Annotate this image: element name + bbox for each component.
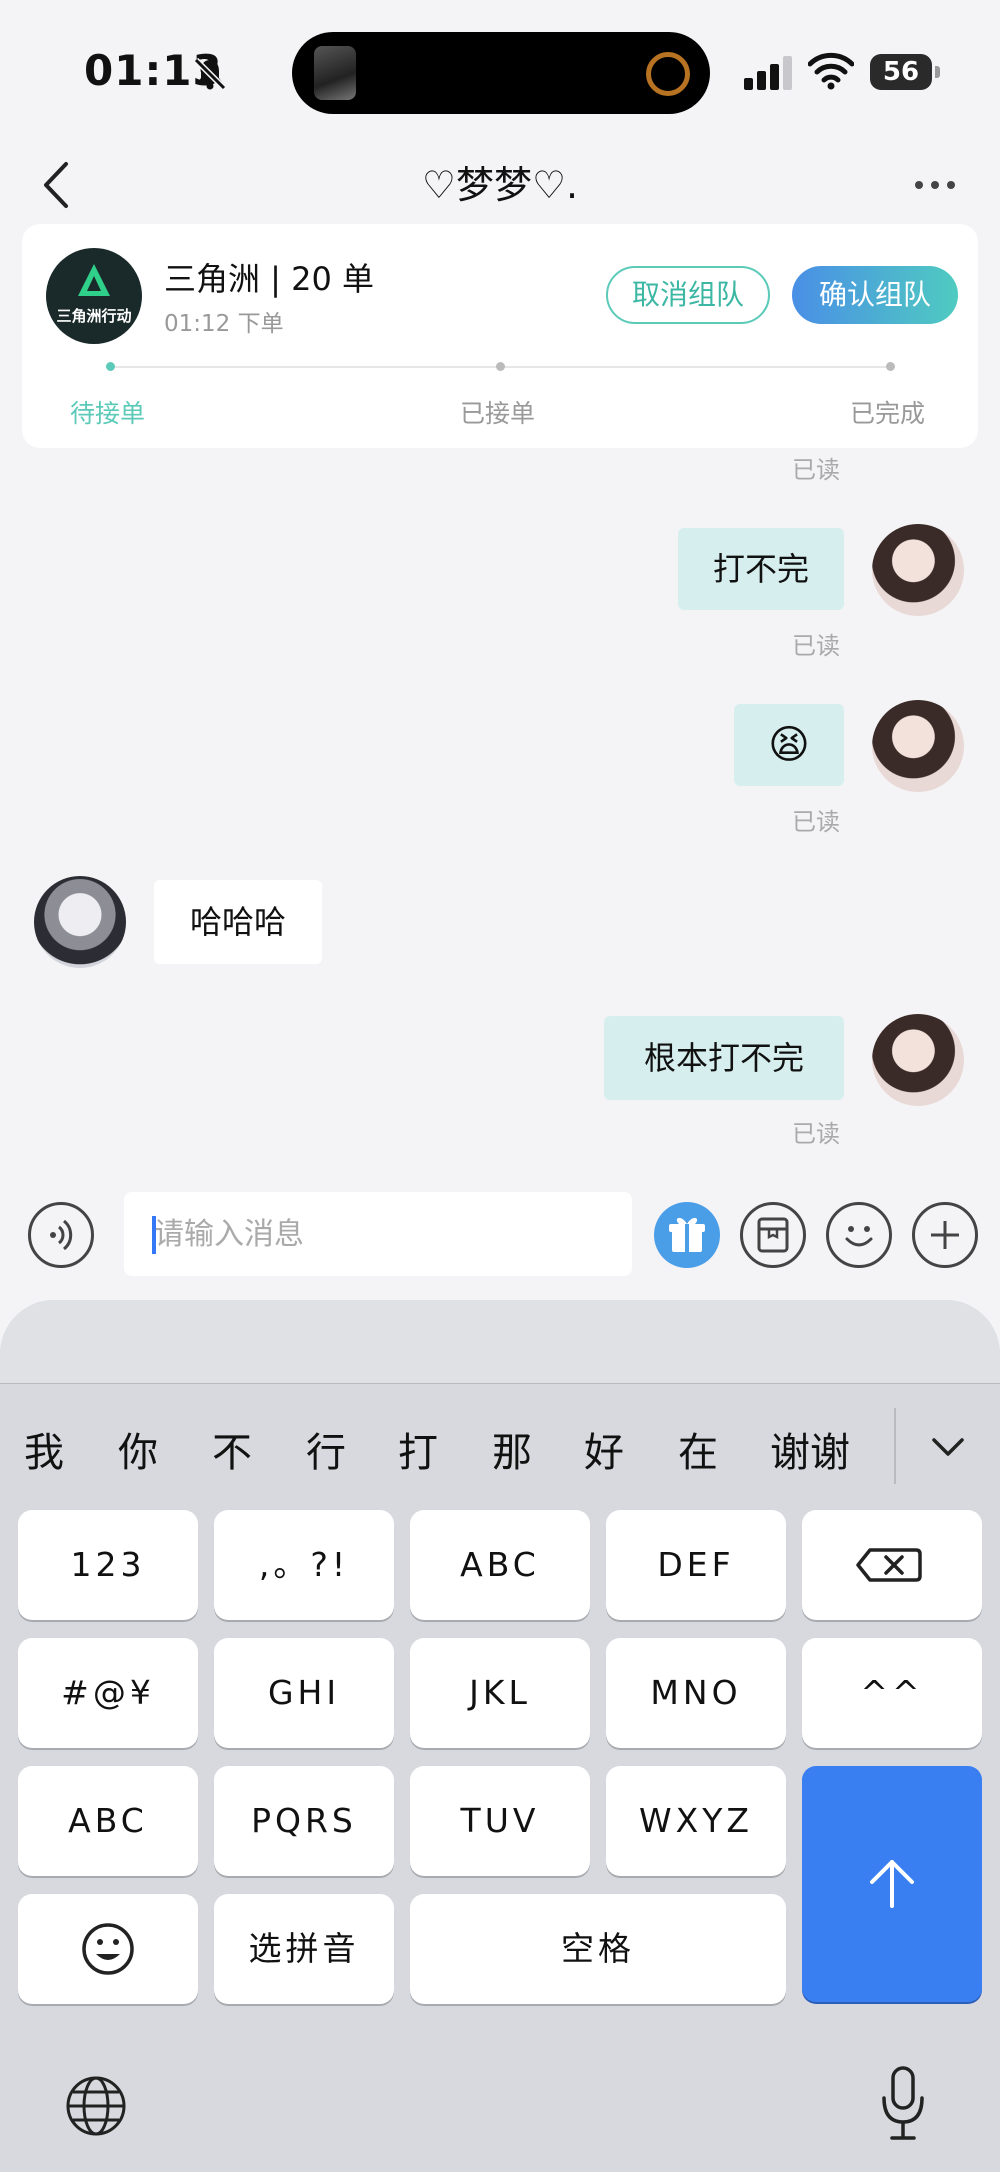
cancel-team-button[interactable]: 取消组队 xyxy=(606,266,770,324)
globe-icon[interactable] xyxy=(64,2074,128,2138)
key-jkl[interactable]: JKL xyxy=(410,1638,590,1748)
message-bubble-incoming[interactable]: 哈哈哈 xyxy=(154,880,322,964)
avatar-self[interactable] xyxy=(872,700,964,792)
more-options-icon[interactable] xyxy=(910,160,960,210)
candidate-word[interactable]: 打 xyxy=(398,1420,438,1478)
candidate-word[interactable]: 谢谢 xyxy=(770,1420,850,1478)
activity-ring-icon xyxy=(646,52,690,96)
now-playing-thumbnail xyxy=(314,46,356,100)
read-receipt: 已读 xyxy=(792,1120,840,1148)
key-abc[interactable]: ABC xyxy=(410,1510,590,1620)
dynamic-island[interactable] xyxy=(292,32,710,114)
message-bubble-outgoing[interactable]: 打不完 xyxy=(678,528,844,610)
chevron-down-icon[interactable] xyxy=(926,1428,970,1468)
key-abc-switch[interactable]: ABC xyxy=(18,1766,198,1876)
candidate-word[interactable]: 行 xyxy=(306,1420,346,1478)
key-backspace[interactable] xyxy=(802,1510,982,1620)
cellular-signal-icon xyxy=(744,56,792,90)
wifi-icon xyxy=(808,52,854,90)
chat-header: ♡梦梦♡. xyxy=(0,140,1000,230)
add-more-button[interactable] xyxy=(912,1202,978,1268)
message-input[interactable] xyxy=(124,1192,632,1276)
read-receipt: 已读 xyxy=(792,632,840,660)
candidate-word[interactable]: 那 xyxy=(492,1420,532,1478)
battery-tip xyxy=(935,66,940,78)
candidate-word[interactable]: 不 xyxy=(212,1420,252,1478)
keyboard-toolbar xyxy=(0,1300,1000,1384)
step-dot-completed xyxy=(886,362,895,371)
step-label-completed: 已完成 xyxy=(850,399,926,428)
key-wxyz[interactable]: WXYZ xyxy=(606,1766,786,1876)
key-symbols[interactable]: #@¥ xyxy=(18,1638,198,1748)
message-input-bar xyxy=(0,1172,1000,1300)
candidate-word[interactable]: 你 xyxy=(118,1420,158,1478)
game-logo-text: 三角洲行动 xyxy=(56,307,132,325)
battery-indicator: 56 xyxy=(870,54,932,90)
message-bubble-outgoing[interactable]: 根本打不完 xyxy=(604,1016,844,1100)
status-bar: 01:13 56 xyxy=(0,0,1000,140)
key-pqrs[interactable]: PQRS xyxy=(214,1766,394,1876)
avatar-contact[interactable] xyxy=(34,876,126,968)
text-caret xyxy=(152,1216,156,1254)
key-emoticon[interactable]: ^^ xyxy=(802,1638,982,1748)
read-receipt: 已读 xyxy=(792,808,840,836)
candidate-word[interactable]: 我 xyxy=(24,1420,64,1478)
arrow-up-icon xyxy=(870,1860,914,1908)
step-dot-accepted xyxy=(496,362,505,371)
game-logo: 三角洲行动 xyxy=(46,248,142,344)
candidate-divider xyxy=(894,1408,896,1484)
step-label-accepted: 已接单 xyxy=(460,399,536,428)
key-def[interactable]: DEF xyxy=(606,1510,786,1620)
confirm-team-button[interactable]: 确认组队 xyxy=(792,266,958,324)
key-numbers[interactable]: 123 xyxy=(18,1510,198,1620)
key-tuv[interactable]: TUV xyxy=(410,1766,590,1876)
gift-icon xyxy=(669,1217,705,1252)
gift-button[interactable] xyxy=(654,1202,720,1268)
smiley-icon xyxy=(845,1226,873,1247)
plus-icon xyxy=(931,1221,959,1249)
chat-title: ♡梦梦♡. xyxy=(421,163,579,207)
bell-muted-icon xyxy=(193,57,227,91)
emoji-key-icon xyxy=(82,1923,134,1975)
order-pack-button[interactable] xyxy=(740,1202,806,1268)
microphone-icon[interactable] xyxy=(878,2064,928,2144)
order-time: 01:12 下单 xyxy=(164,311,284,337)
voice-input-button[interactable] xyxy=(28,1202,94,1268)
message-bubble-outgoing-emoji[interactable]: 😫 xyxy=(734,704,844,786)
delta-triangle-icon xyxy=(78,264,110,296)
avatar-self[interactable] xyxy=(872,524,964,616)
key-ghi[interactable]: GHI xyxy=(214,1638,394,1748)
keyboard: 我 你 不 行 打 那 好 在 谢谢 123 ,。?! ABC DEF #@¥ … xyxy=(0,1300,1000,2172)
read-receipt: 已读 xyxy=(792,456,840,484)
send-key[interactable] xyxy=(802,1766,982,2002)
voice-wave-icon xyxy=(50,1219,73,1251)
candidate-word[interactable]: 好 xyxy=(584,1420,624,1478)
candidate-word[interactable]: 在 xyxy=(678,1420,718,1478)
emoji-button[interactable] xyxy=(826,1202,892,1268)
key-space[interactable]: 空格 xyxy=(410,1894,786,2004)
step-label-pending: 待接单 xyxy=(70,399,146,428)
package-icon xyxy=(757,1217,789,1253)
key-select-pinyin[interactable]: 选拼音 xyxy=(214,1894,394,2004)
key-mno[interactable]: MNO xyxy=(606,1638,786,1748)
key-punctuation[interactable]: ,。?! xyxy=(214,1510,394,1620)
avatar-self[interactable] xyxy=(872,1014,964,1106)
back-icon[interactable] xyxy=(36,150,76,220)
backspace-icon xyxy=(856,1548,922,1582)
key-emoji[interactable] xyxy=(18,1894,198,2004)
candidate-bar: 我 你 不 行 打 那 好 在 谢谢 xyxy=(0,1400,1000,1496)
step-dot-pending xyxy=(106,362,115,371)
order-card: 三角洲行动 三角洲 | 20 单 01:12 下单 取消组队 确认组队 待接单 … xyxy=(22,224,978,448)
order-title: 三角洲 | 20 单 xyxy=(164,260,375,298)
